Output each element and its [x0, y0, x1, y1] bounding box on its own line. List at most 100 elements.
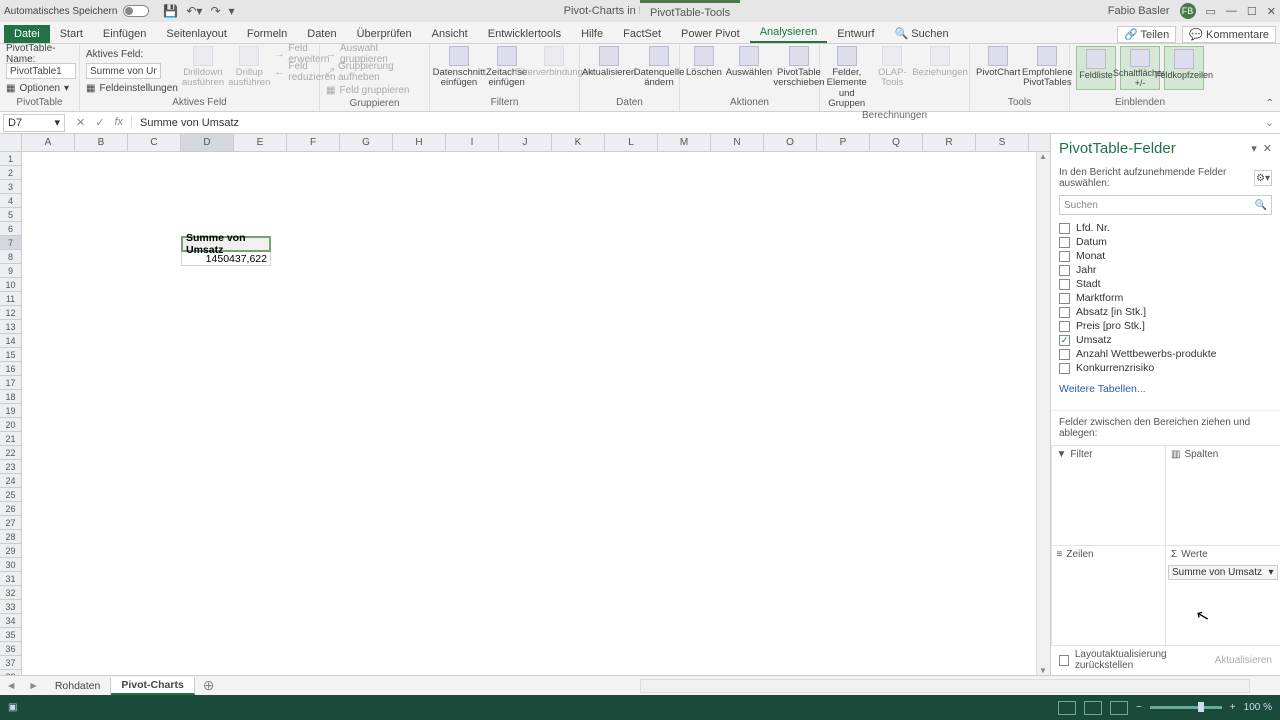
row-header[interactable]: 36 [0, 642, 21, 656]
column-header[interactable]: C [128, 134, 181, 151]
pane-layout-gear-icon[interactable]: ⚙▾ [1254, 170, 1272, 186]
recommended-pivot[interactable]: Empfohlene PivotTables [1024, 46, 1070, 89]
row-header[interactable]: 1 [0, 152, 21, 166]
column-header[interactable]: A [22, 134, 75, 151]
insert-slicer[interactable]: Datenschnitt einfügen [436, 46, 482, 89]
row-header[interactable]: 28 [0, 530, 21, 544]
tab-factset[interactable]: FactSet [613, 25, 671, 43]
sheet-tab-rohdaten[interactable]: Rohdaten [45, 678, 112, 694]
column-header[interactable]: L [605, 134, 658, 151]
field-list-toggle[interactable]: Feldliste [1076, 46, 1116, 90]
field-checkbox[interactable] [1059, 321, 1070, 332]
more-tables-link[interactable]: Weitere Tabellen... [1051, 383, 1280, 395]
field-checkbox[interactable] [1059, 223, 1070, 234]
move-button[interactable]: PivotTable verschieben [776, 46, 822, 89]
row-header[interactable]: 33 [0, 600, 21, 614]
filter-area[interactable]: ▼Filter [1051, 445, 1167, 546]
row-header[interactable]: 32 [0, 586, 21, 600]
tab-review[interactable]: Überprüfen [347, 25, 422, 43]
undo-icon[interactable]: ↶▾ [186, 4, 202, 18]
column-header[interactable]: D [181, 134, 234, 151]
tab-pagelayout[interactable]: Seitenlayout [156, 25, 237, 43]
column-header[interactable]: N [711, 134, 764, 151]
row-header[interactable]: 34 [0, 614, 21, 628]
user-name[interactable]: Fabio Basler [1108, 5, 1170, 17]
collapse-ribbon-icon[interactable]: ⌃ [1266, 98, 1274, 109]
pane-options-icon[interactable]: ▾ [1251, 142, 1257, 155]
field-checkbox[interactable] [1059, 307, 1070, 318]
column-header[interactable]: H [393, 134, 446, 151]
zoom-out-icon[interactable]: − [1136, 702, 1142, 713]
columns-area[interactable]: ▥Spalten [1165, 445, 1280, 546]
accept-formula-icon[interactable]: ✓ [95, 116, 104, 129]
row-header[interactable]: 8 [0, 250, 21, 264]
row-header[interactable]: 20 [0, 418, 21, 432]
column-header[interactable]: R [923, 134, 976, 151]
cancel-formula-icon[interactable]: ✕ [76, 116, 85, 129]
buttons-toggle[interactable]: Schaltflächen +/- [1120, 46, 1160, 90]
field-search[interactable]: Suchen 🔍 [1059, 195, 1272, 215]
row-header[interactable]: 37 [0, 656, 21, 670]
row-header[interactable]: 10 [0, 278, 21, 292]
row-header[interactable]: 18 [0, 390, 21, 404]
column-header[interactable]: E [234, 134, 287, 151]
column-header[interactable]: Q [870, 134, 923, 151]
column-header[interactable]: S [976, 134, 1029, 151]
horizontal-scrollbar[interactable] [640, 679, 1250, 693]
field-checkbox[interactable] [1059, 279, 1070, 290]
row-header[interactable]: 35 [0, 628, 21, 642]
headers-toggle[interactable]: Feldkopfzeilen [1164, 46, 1204, 90]
row-header[interactable]: 14 [0, 334, 21, 348]
row-header[interactable]: 5 [0, 208, 21, 222]
save-icon[interactable]: 💾 [163, 4, 178, 18]
user-avatar[interactable]: FB [1180, 3, 1196, 19]
column-header[interactable]: J [499, 134, 552, 151]
row-header[interactable]: 12 [0, 306, 21, 320]
row-header[interactable]: 2 [0, 166, 21, 180]
tab-data[interactable]: Daten [297, 25, 346, 43]
pivot-value-cell[interactable]: 1450437,622 [181, 252, 271, 266]
tab-developer[interactable]: Entwicklertools [478, 25, 571, 43]
field-checkbox[interactable] [1059, 349, 1070, 360]
field-item[interactable]: Konkurrenzrisiko [1059, 361, 1272, 375]
record-macro-icon[interactable]: ▣ [8, 702, 17, 713]
column-header[interactable]: F [287, 134, 340, 151]
row-header[interactable]: 26 [0, 502, 21, 516]
field-item[interactable]: Preis [pro Stk.] [1059, 319, 1272, 333]
row-header[interactable]: 16 [0, 362, 21, 376]
values-area[interactable]: ΣWerte Summe von Umsatz▾ [1165, 545, 1280, 646]
pivot-header-cell[interactable]: Summe von Umsatz [181, 236, 271, 252]
sheet-nav-next-icon[interactable]: ► [22, 680, 44, 692]
pivottable-options[interactable]: ▦ Optionen ▾ [6, 80, 69, 96]
field-checkbox[interactable] [1059, 237, 1070, 248]
fx-icon[interactable]: fx [114, 116, 123, 129]
tab-start[interactable]: Start [50, 25, 93, 43]
sheet-nav-prev-icon[interactable]: ◄ [0, 680, 22, 692]
field-checkbox[interactable] [1059, 251, 1070, 262]
field-item[interactable]: Jahr [1059, 263, 1272, 277]
refresh-button[interactable]: Aktualisieren [586, 46, 632, 78]
worksheet-grid[interactable]: Summe von Umsatz 1450437,622 [22, 152, 1036, 675]
tab-analyze[interactable]: Analysieren [750, 23, 827, 43]
column-header[interactable]: I [446, 134, 499, 151]
select-button[interactable]: Auswählen [726, 46, 772, 78]
change-source[interactable]: Datenquelle ändern [636, 46, 682, 89]
field-checkbox[interactable] [1059, 293, 1070, 304]
tab-formulas[interactable]: Formeln [237, 25, 297, 43]
column-header[interactable]: G [340, 134, 393, 151]
pane-close-icon[interactable]: ✕ [1263, 142, 1272, 155]
share-button[interactable]: 🔗 Teilen [1117, 26, 1176, 43]
field-checkbox[interactable]: ✓ [1059, 335, 1070, 346]
field-item[interactable]: Datum [1059, 235, 1272, 249]
row-header[interactable]: 29 [0, 544, 21, 558]
tab-powerpivot[interactable]: Power Pivot [671, 25, 750, 43]
row-header[interactable]: 3 [0, 180, 21, 194]
row-header[interactable]: 9 [0, 264, 21, 278]
active-field-input[interactable] [86, 63, 161, 79]
ribbon-display-icon[interactable]: ▭ [1206, 5, 1216, 18]
maximize-icon[interactable]: ☐ [1247, 5, 1257, 18]
field-item[interactable]: Anzahl Wettbewerbs-produkte [1059, 347, 1272, 361]
tab-file[interactable]: Datei [4, 25, 50, 43]
normal-view-icon[interactable] [1058, 701, 1076, 715]
values-pill[interactable]: Summe von Umsatz▾ [1168, 565, 1278, 580]
